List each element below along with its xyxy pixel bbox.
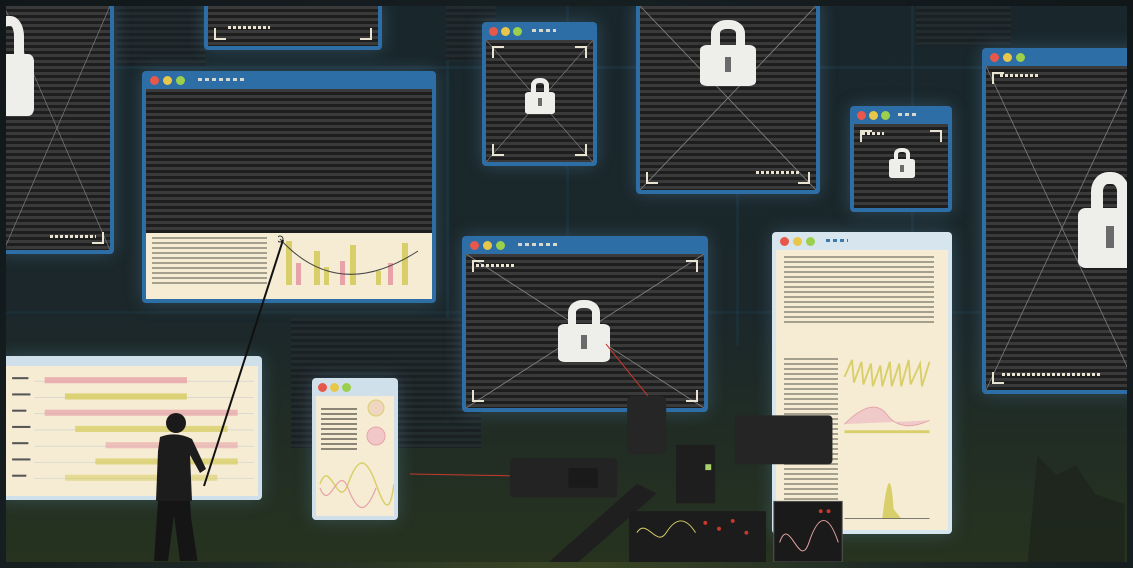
padlock-icon bbox=[558, 300, 610, 362]
bg-panel bbox=[116, 6, 206, 66]
window-screen bbox=[854, 124, 948, 208]
timeline-graphic bbox=[12, 377, 254, 481]
camera-rig-machine bbox=[509, 395, 843, 562]
close-dot[interactable] bbox=[857, 111, 866, 120]
window-locked-small-2[interactable] bbox=[850, 106, 952, 212]
document-text bbox=[784, 256, 934, 326]
bg-panel bbox=[916, 6, 1011, 46]
bg-line bbox=[736, 186, 739, 346]
chart-bar bbox=[402, 243, 408, 285]
maximize-dot[interactable] bbox=[1016, 53, 1025, 62]
minimize-dot[interactable] bbox=[869, 111, 878, 120]
maximize-dot[interactable] bbox=[496, 241, 505, 250]
background-machine bbox=[1027, 455, 1125, 562]
chart-panel bbox=[146, 233, 432, 299]
close-dot[interactable] bbox=[780, 237, 789, 246]
close-dot[interactable] bbox=[990, 53, 999, 62]
maximize-dot[interactable] bbox=[342, 383, 351, 392]
window-locked-right[interactable] bbox=[982, 48, 1127, 394]
chart-bar bbox=[340, 261, 345, 285]
person-silhouette bbox=[154, 413, 206, 562]
minimize-dot[interactable] bbox=[483, 241, 492, 250]
title-scribble bbox=[198, 78, 246, 81]
maximize-dot[interactable] bbox=[881, 111, 890, 120]
close-dot[interactable] bbox=[470, 241, 479, 250]
window-document-small[interactable] bbox=[312, 378, 398, 520]
window-titlebar bbox=[142, 71, 436, 89]
window-locked-tall[interactable] bbox=[636, 6, 820, 194]
window-screen bbox=[986, 66, 1127, 390]
window-screen bbox=[466, 254, 704, 408]
chart-graphic bbox=[278, 235, 419, 285]
maximize-dot[interactable] bbox=[806, 237, 815, 246]
minimize-dot[interactable] bbox=[163, 76, 172, 85]
close-dot[interactable] bbox=[150, 76, 159, 85]
close-dot[interactable] bbox=[489, 27, 498, 36]
maximize-dot[interactable] bbox=[176, 76, 185, 85]
window-screen bbox=[486, 40, 593, 162]
window-screen bbox=[208, 6, 378, 46]
chart-bar bbox=[350, 245, 356, 285]
window-screen bbox=[6, 6, 110, 250]
window-top-small[interactable] bbox=[204, 6, 382, 50]
document-page bbox=[316, 396, 394, 516]
padlock-icon bbox=[1078, 172, 1127, 268]
padlock-icon bbox=[6, 16, 34, 116]
illustration-frame bbox=[6, 6, 1127, 562]
padlock-icon bbox=[525, 78, 555, 114]
minimize-dot[interactable] bbox=[501, 27, 510, 36]
document-chart bbox=[843, 359, 931, 519]
document-chart bbox=[319, 399, 394, 509]
padlock-icon bbox=[700, 20, 756, 86]
window-locked-small[interactable] bbox=[482, 22, 597, 166]
chart-bar bbox=[296, 263, 301, 285]
minimize-dot[interactable] bbox=[1003, 53, 1012, 62]
window-locked-top-left[interactable] bbox=[6, 6, 114, 254]
close-dot[interactable] bbox=[318, 383, 327, 392]
minimize-dot[interactable] bbox=[793, 237, 802, 246]
minimize-dot[interactable] bbox=[330, 383, 339, 392]
window-screen bbox=[146, 89, 432, 233]
window-screen bbox=[640, 6, 816, 190]
window-chart[interactable] bbox=[142, 71, 436, 303]
chart-bar bbox=[376, 271, 381, 285]
timeline-panel bbox=[6, 366, 258, 496]
padlock-icon bbox=[889, 148, 915, 178]
maximize-dot[interactable] bbox=[513, 27, 522, 36]
